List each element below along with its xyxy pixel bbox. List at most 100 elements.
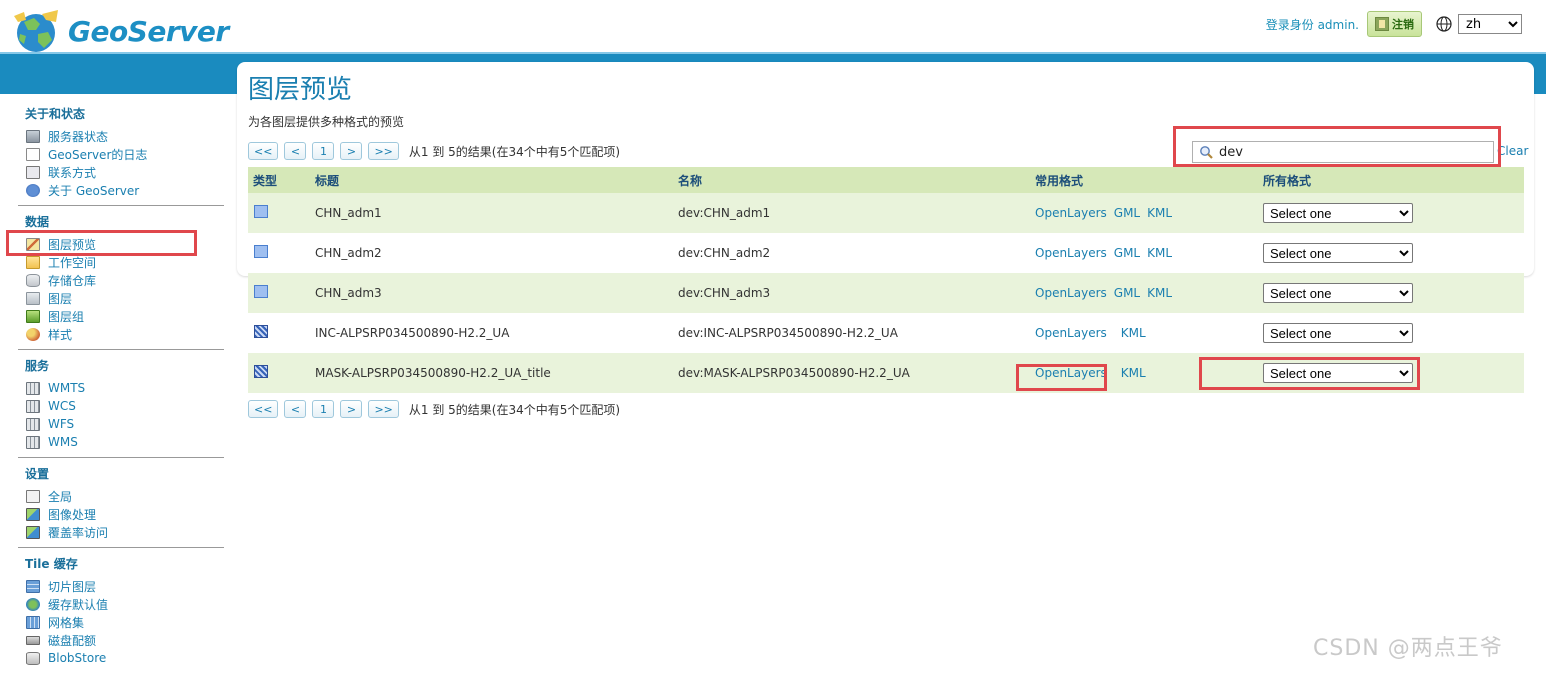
page-description: 为各图层提供多种格式的预览 xyxy=(248,115,405,129)
kml-link[interactable]: KML xyxy=(1121,326,1146,340)
all-formats-select[interactable]: Select one xyxy=(1263,283,1413,303)
all-formats-select[interactable]: Select one xyxy=(1263,323,1413,343)
palette-icon xyxy=(26,327,40,341)
sidebar-item-disk-quota[interactable]: 磁盘配额 xyxy=(18,631,224,649)
coverage-access-icon xyxy=(26,525,40,539)
document-icon xyxy=(26,147,40,161)
column-header-type[interactable]: 类型 xyxy=(248,172,315,189)
disk-icon xyxy=(26,635,40,645)
first-page-button[interactable]: << xyxy=(248,142,279,160)
page-1-button[interactable]: 1 xyxy=(312,400,335,418)
sidebar-item-label: 全局 xyxy=(48,489,73,504)
all-formats-select[interactable]: Select one xyxy=(1263,243,1413,263)
highlight-box-search xyxy=(1173,126,1501,167)
last-page-button[interactable]: >> xyxy=(368,400,399,418)
sidebar-item-image-processing[interactable]: 图像处理 xyxy=(18,505,224,523)
sidebar-item-gridsets[interactable]: 网格集 xyxy=(18,613,224,631)
layer-name: dev:CHN_adm2 xyxy=(678,246,771,260)
highlight-box-format-select xyxy=(1199,357,1420,390)
openlayers-link[interactable]: OpenLayers xyxy=(1035,246,1107,260)
common-formats: OpenLayers GML KML xyxy=(1035,246,1263,260)
openlayers-link[interactable]: OpenLayers xyxy=(1035,206,1107,220)
sidebar-section-services: 服务 WMTS WCS WFS WMS xyxy=(18,350,224,458)
last-page-button[interactable]: >> xyxy=(368,142,399,160)
geoserver-logo[interactable]: GeoServer xyxy=(12,8,229,54)
layer-title: CHN_adm2 xyxy=(315,246,382,260)
sidebar-item-contact[interactable]: 联系方式 xyxy=(18,163,224,181)
kml-link[interactable]: KML xyxy=(1147,286,1172,300)
sidebar-section-title: 关于和状态 xyxy=(25,107,86,121)
sidebar-item-label: WMS xyxy=(48,435,78,449)
globe-icon xyxy=(26,597,40,611)
sidebar-item-label: 磁盘配额 xyxy=(48,633,97,648)
common-formats: OpenLayers KML xyxy=(1035,326,1263,340)
highlight-box-openlayers xyxy=(1016,364,1107,391)
sidebar-item-label: GeoServer的日志 xyxy=(48,147,148,162)
sidebar-item-stores[interactable]: 存储仓库 xyxy=(18,271,224,289)
sidebar-item-server-status[interactable]: 服务器状态 xyxy=(18,127,224,145)
layer-title: CHN_adm3 xyxy=(315,286,382,300)
all-formats-select[interactable]: Select one xyxy=(1263,203,1413,223)
sidebar-item-logs[interactable]: GeoServer的日志 xyxy=(18,145,224,163)
sidebar-item-wfs[interactable]: WFS xyxy=(18,415,224,433)
openlayers-link[interactable]: OpenLayers xyxy=(1035,326,1107,340)
raster-layer-icon xyxy=(254,325,268,338)
gml-link[interactable]: GML xyxy=(1114,206,1140,220)
gml-link[interactable]: GML xyxy=(1114,286,1140,300)
clear-search-link[interactable]: Clear xyxy=(1497,144,1528,158)
polygon-layer-icon xyxy=(254,245,268,258)
image-processing-icon xyxy=(26,507,40,521)
tile-layer-icon xyxy=(26,579,40,593)
sidebar-section-title: 数据 xyxy=(25,215,50,229)
sidebar-item-label: 样式 xyxy=(48,327,73,342)
sidebar-item-layer-groups[interactable]: 图层组 xyxy=(18,307,224,325)
sidebar-item-coverage-access[interactable]: 覆盖率访问 xyxy=(18,523,224,541)
sidebar-item-wmts[interactable]: WMTS xyxy=(18,379,224,397)
sidebar-item-label: WCS xyxy=(48,399,76,413)
sidebar-item-global[interactable]: 全局 xyxy=(18,487,224,505)
highlight-box-sidebar xyxy=(6,230,197,256)
folder-icon xyxy=(26,255,40,269)
sidebar-item-about[interactable]: 关于 GeoServer xyxy=(18,181,224,199)
first-page-button[interactable]: << xyxy=(248,400,279,418)
sidebar-item-blobstores[interactable]: BlobStore xyxy=(18,649,224,667)
logout-button[interactable]: 注销 xyxy=(1367,11,1422,37)
column-header-name[interactable]: 名称 xyxy=(678,172,1035,189)
login-status: 登录身份 admin. xyxy=(1265,17,1359,32)
sidebar-item-styles[interactable]: 样式 xyxy=(18,325,224,343)
sidebar-item-label: WMTS xyxy=(48,381,86,395)
openlayers-link[interactable]: OpenLayers xyxy=(1035,286,1107,300)
contact-card-icon xyxy=(26,165,40,179)
gml-link[interactable]: GML xyxy=(1114,246,1140,260)
sidebar-item-cache-defaults[interactable]: 缓存默认值 xyxy=(18,595,224,613)
language-select[interactable]: zh xyxy=(1458,14,1522,34)
next-page-button[interactable]: > xyxy=(340,400,363,418)
prev-page-button[interactable]: < xyxy=(284,142,307,160)
sidebar-item-label: 联系方式 xyxy=(48,165,97,180)
sidebar-section-tile-cache: Tile 缓存 切片图层 缓存默认值 网格集 磁盘配额 BlobStore xyxy=(18,548,224,673)
column-header-title[interactable]: 标题 xyxy=(315,172,678,189)
pager-info: 从1 到 5的结果(在34个中有5个匹配项) xyxy=(408,144,621,159)
sidebar-section-title: 服务 xyxy=(25,359,50,373)
sidebar-section-about: 关于和状态 服务器状态 GeoServer的日志 联系方式 关于 GeoServ… xyxy=(18,98,224,206)
sidebar-item-tile-layers[interactable]: 切片图层 xyxy=(18,577,224,595)
next-page-button[interactable]: > xyxy=(340,142,363,160)
column-header-all-formats: 所有格式 xyxy=(1263,173,1312,188)
kml-link[interactable]: KML xyxy=(1147,246,1172,260)
sidebar-item-label: 覆盖率访问 xyxy=(48,525,109,540)
sidebar-item-wcs[interactable]: WCS xyxy=(18,397,224,415)
page-1-button[interactable]: 1 xyxy=(312,142,335,160)
logout-label: 注销 xyxy=(1392,18,1414,31)
globe-logo-icon xyxy=(14,10,58,52)
sidebar-item-layers[interactable]: 图层 xyxy=(18,289,224,307)
kml-link[interactable]: KML xyxy=(1121,366,1146,380)
column-header-common-formats: 常用格式 xyxy=(1035,173,1084,188)
service-icon xyxy=(26,435,40,449)
sidebar-item-wms[interactable]: WMS xyxy=(18,433,224,451)
sidebar-item-label: BlobStore xyxy=(48,651,107,665)
service-icon xyxy=(26,417,40,431)
common-formats: OpenLayers GML KML xyxy=(1035,286,1263,300)
prev-page-button[interactable]: < xyxy=(284,400,307,418)
page-title: 图层预览 xyxy=(248,75,353,105)
kml-link[interactable]: KML xyxy=(1147,206,1172,220)
